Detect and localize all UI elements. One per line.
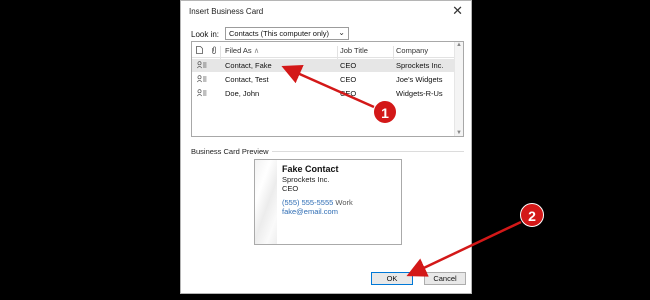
callout-number-1: 1 xyxy=(373,100,397,124)
arrow-to-ok xyxy=(406,220,522,277)
arrow-to-contact xyxy=(281,64,375,109)
callout-number-2: 2 xyxy=(520,203,544,227)
annotation-arrows xyxy=(281,64,522,277)
